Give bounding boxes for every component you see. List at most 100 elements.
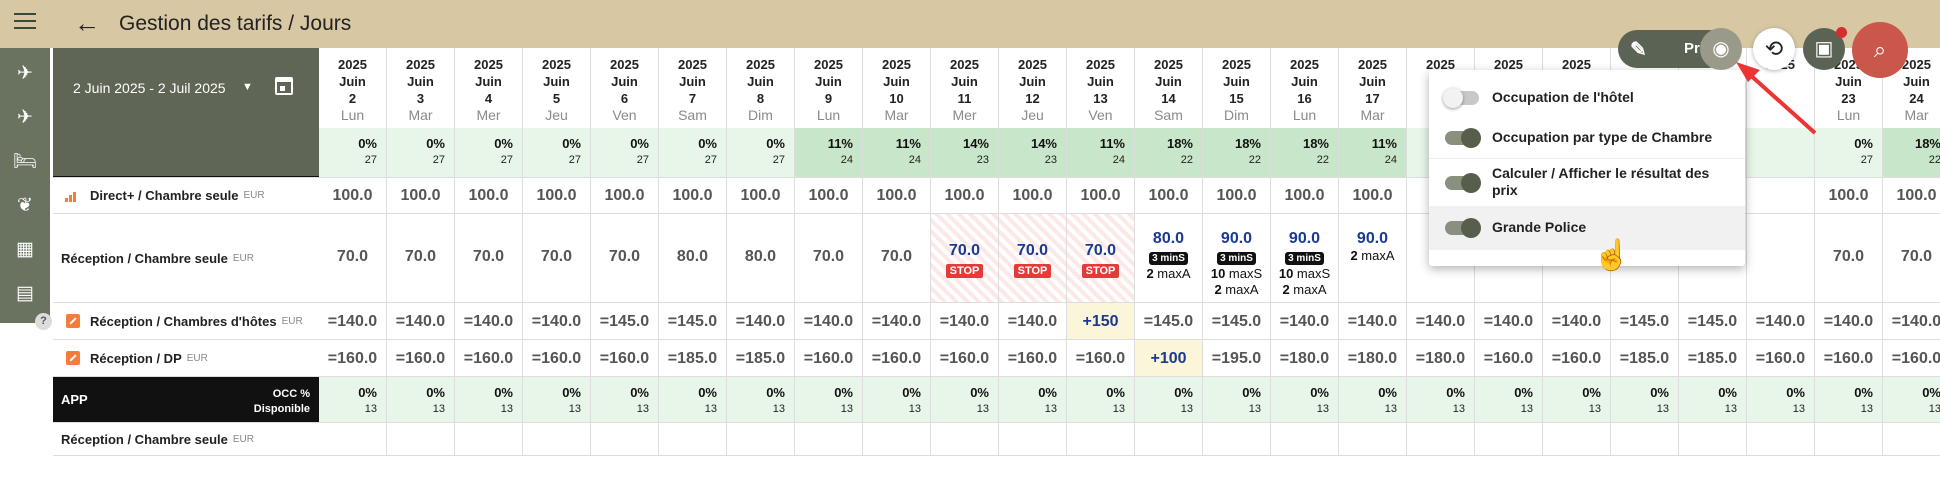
price-cell[interactable]: =160.0 [931,340,999,377]
price-cell[interactable] [863,423,931,456]
price-cell[interactable] [1815,423,1883,456]
price-cell[interactable]: =140.0 [863,303,931,340]
price-cell[interactable]: =140.0 [1883,303,1940,340]
price-cell[interactable]: =140.0 [319,303,387,340]
price-cell[interactable]: =180.0 [1271,340,1339,377]
price-cell[interactable] [1135,423,1203,456]
price-cell[interactable]: 80.0 3 minS 2 maxA [1135,214,1203,303]
price-cell[interactable]: =140.0 [1543,303,1611,340]
price-cell[interactable]: 70.0 [455,214,523,303]
price-cell[interactable] [523,423,591,456]
toggle-switch[interactable] [1445,218,1481,238]
price-cell[interactable] [1883,423,1940,456]
price-cell[interactable]: 100.0 [1067,178,1135,214]
price-cell[interactable]: =140.0 [999,303,1067,340]
price-cell[interactable]: =140.0 [727,303,795,340]
chevron-down-icon[interactable]: ▼ [242,81,253,93]
price-cell[interactable]: 100.0 [1203,178,1271,214]
price-cell[interactable]: 90.0 3 minS 10 maxS 2 maxA [1271,214,1339,303]
price-cell[interactable] [387,423,455,456]
price-cell[interactable] [319,423,387,456]
price-cell[interactable] [591,423,659,456]
price-cell[interactable]: =185.0 [1679,340,1747,377]
price-cell[interactable]: 100.0 [591,178,659,214]
option-room-type-occupancy[interactable]: Occupation par type de Chambre [1429,118,1745,158]
price-cell[interactable]: 100.0 [863,178,931,214]
price-cell[interactable]: =160.0 [1747,340,1815,377]
price-cell[interactable] [1543,423,1611,456]
price-cell[interactable]: =160.0 [999,340,1067,377]
price-cell[interactable]: =140.0 [1815,303,1883,340]
price-cell[interactable] [999,423,1067,456]
price-cell[interactable]: =195.0 [1203,340,1271,377]
price-cell[interactable]: =185.0 [1611,340,1679,377]
price-cell[interactable]: 80.0 [659,214,727,303]
price-cell[interactable]: 70.0 [863,214,931,303]
price-cell[interactable] [1067,423,1135,456]
price-cell[interactable] [1339,423,1407,456]
price-cell[interactable]: =180.0 [1339,340,1407,377]
price-cell[interactable] [455,423,523,456]
price-cell[interactable] [1611,423,1679,456]
price-cell[interactable]: =160.0 [1883,340,1940,377]
price-cell[interactable]: 100.0 [387,178,455,214]
price-cell[interactable]: =160.0 [1815,340,1883,377]
price-cell[interactable]: =160.0 [795,340,863,377]
price-cell[interactable]: 100.0 [795,178,863,214]
price-cell[interactable]: 70.0 [387,214,455,303]
calendar-icon[interactable] [275,77,293,95]
price-cell[interactable]: 100.0 [999,178,1067,214]
price-cell[interactable] [1203,423,1271,456]
price-cell[interactable]: =160.0 [319,340,387,377]
price-cell[interactable]: =140.0 [931,303,999,340]
price-cell[interactable]: +100 [1135,340,1203,377]
option-hotel-occupancy[interactable]: Occupation de l'hôtel [1429,78,1745,118]
price-cell[interactable]: =160.0 [1067,340,1135,377]
search-icon[interactable]: ⌕ [1852,22,1908,78]
price-cell[interactable]: 100.0 [1271,178,1339,214]
price-cell[interactable]: =145.0 [591,303,659,340]
price-cell[interactable]: =185.0 [727,340,795,377]
price-cell[interactable]: 100.0 [1815,178,1883,214]
price-cell[interactable]: 70.0 [795,214,863,303]
price-cell[interactable]: +150 [1067,303,1135,340]
price-cell[interactable]: 70.0 STOP [1067,214,1135,303]
price-cell[interactable]: 70.0 [591,214,659,303]
toggle-switch[interactable] [1445,173,1481,193]
price-cell[interactable] [931,423,999,456]
price-cell[interactable]: 70.0 [1883,214,1940,303]
price-cell[interactable]: =185.0 [659,340,727,377]
date-range-selector[interactable]: 2 Juin 2025 - 2 Juil 2025 ▼ [53,48,319,176]
price-cell[interactable]: 100.0 [727,178,795,214]
toggle-switch[interactable] [1443,88,1479,108]
price-cell[interactable]: =180.0 [1407,340,1475,377]
price-cell[interactable] [1407,423,1475,456]
price-cell[interactable]: 80.0 [727,214,795,303]
price-cell[interactable]: =140.0 [523,303,591,340]
price-cell[interactable]: =140.0 [387,303,455,340]
price-cell[interactable]: =140.0 [1407,303,1475,340]
price-cell[interactable]: 70.0 STOP [999,214,1067,303]
price-cell[interactable]: 100.0 [523,178,591,214]
price-cell[interactable]: =160.0 [1475,340,1543,377]
toggle-switch[interactable] [1445,128,1481,148]
price-cell[interactable]: =140.0 [1747,303,1815,340]
option-large-font[interactable]: Grande Police [1429,206,1745,250]
price-cell[interactable]: 100.0 [931,178,999,214]
price-cell[interactable] [1679,423,1747,456]
price-cell[interactable]: =140.0 [795,303,863,340]
price-cell[interactable]: 70.0 STOP [931,214,999,303]
price-cell[interactable]: 100.0 [1883,178,1940,214]
price-cell[interactable]: 100.0 [659,178,727,214]
price-cell[interactable] [1747,423,1815,456]
edit-orange-icon[interactable] [66,314,80,328]
history-icon[interactable]: ⟲ [1753,28,1795,70]
price-cell[interactable]: =145.0 [1203,303,1271,340]
price-cell[interactable]: =140.0 [1271,303,1339,340]
price-cell[interactable] [1747,178,1815,214]
option-compute-prices[interactable]: Calculer / Afficher le résultat des prix [1429,158,1745,206]
price-cell[interactable]: =145.0 [1679,303,1747,340]
price-cell[interactable]: 70.0 [1815,214,1883,303]
price-cell[interactable]: 100.0 [455,178,523,214]
price-cell[interactable]: =160.0 [455,340,523,377]
